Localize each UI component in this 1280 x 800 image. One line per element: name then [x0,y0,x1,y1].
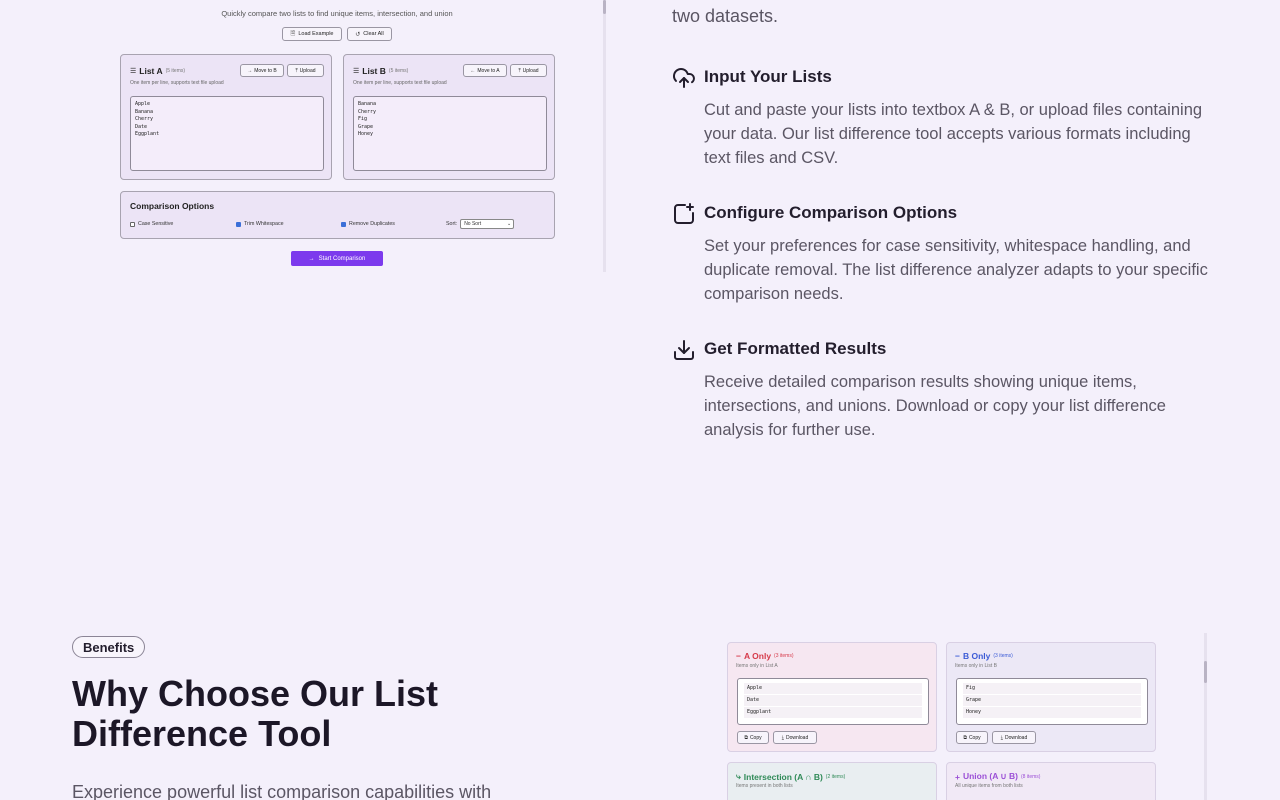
sparkle-square-icon [674,203,694,224]
b-only-list: Fig Grape Honey [956,678,1148,725]
upload-icon: ⤒ [518,67,521,74]
list-item: Fig [963,683,1141,694]
scroll-thumb[interactable] [1204,661,1207,683]
a-only-count: (3 items) [774,653,794,659]
list-b-card: ☰ List B (5 items) One item per line, su… [343,54,555,180]
a-only-hint: Items only in List A [736,663,778,669]
case-sensitive-option[interactable]: Case Sensitive [130,221,173,227]
list-a-hint: One item per line, supports text file up… [130,80,224,86]
union-count: (8 items) [1020,773,1041,780]
b-only-hint: Items only in List B [955,663,997,669]
benefits-badge: Benefits [72,636,146,658]
merge-icon: ⤷ [736,771,741,781]
download-icon: ⤓ [781,734,784,741]
step-configure-options: Configure Comparison Options Set your pr… [672,202,1212,312]
step-title: Get Formatted Results [704,339,887,358]
list-b-textarea[interactable]: Banana Cherry Fig Grape Honey [353,96,547,171]
intro-text: two datasets. [672,6,779,26]
list-b-title: List B [362,66,386,76]
b-only-count: (3 items) [993,653,1013,659]
remove-duplicates-option[interactable]: Remove Duplicates [341,221,395,227]
b-only-card: − B Only (3 items) Items only in List B … [946,642,1156,752]
list-item: Apple [744,683,922,694]
intersection-card: ⤷ Intersection (A ∩ B) (2 items) Items p… [727,762,937,800]
scroll-thumb[interactable] [603,0,606,14]
list-icon: ☰ [353,68,360,75]
intersection-title: Intersection (A ∩ B) [743,771,823,782]
step-get-results: Get Formatted Results Receive detailed c… [672,338,1212,448]
list-b-upload-button[interactable]: ⤒ Upload [510,64,547,77]
file-icon: 🗎 [290,31,296,37]
chevron-down-icon: ⌄ [506,221,512,227]
sort-select[interactable]: No Sort ⌄ [460,219,515,229]
trim-whitespace-checkbox[interactable] [236,221,241,227]
list-a-upload-button[interactable]: ⤒ Upload [287,64,324,77]
results-scrollbar[interactable] [1204,633,1207,800]
reset-icon: ↺ [355,31,361,38]
move-to-a-button[interactable]: ← Move to A [463,64,507,77]
b-only-download-button[interactable]: ⤓ Download [992,731,1036,744]
list-a-count: (5 items) [165,68,186,74]
sort-option: Sort: No Sort ⌄ [446,219,515,229]
load-example-button[interactable]: 🗎 Load Example [282,27,342,41]
a-only-download-button[interactable]: ⤓ Download [773,731,817,744]
a-only-card: − A Only (3 items) Items only in List A … [727,642,937,752]
tool-subtitle: Quickly compare two lists to find unique… [221,9,453,18]
step-title: Input Your Lists [704,67,832,86]
union-card: + Union (A ∪ B) (8 items) All unique ite… [946,762,1156,800]
comparison-options-card: Comparison Options Case Sensitive Trim W… [120,191,555,239]
list-b-hint: One item per line, supports text file up… [353,80,447,86]
plus-icon: + [955,771,960,782]
download-tray-icon [674,340,694,360]
clear-all-button[interactable]: ↺ Clear All [347,27,392,41]
list-item: Eggplant [744,707,922,718]
minus-icon: − [736,651,741,661]
a-only-title: A Only [743,651,772,661]
list-b-count: (5 items) [388,68,409,74]
intersection-hint: Items present in both lists [736,783,793,789]
download-icon: ⤓ [1000,734,1003,741]
intersection-count: (2 items) [825,773,846,780]
benefits-title: Why Choose Our List Difference Tool [72,673,439,754]
list-a-card: ☰ List A (5 items) One item per line, su… [120,54,332,180]
list-item: Date [744,695,922,706]
copy-icon: ⧉ [744,734,748,741]
list-item: Honey [963,707,1141,718]
arrow-right-icon: → [308,255,315,262]
step-input-lists: Input Your Lists Cut and paste your list… [672,66,1212,176]
trim-whitespace-option[interactable]: Trim Whitespace [236,221,284,227]
list-a-textarea[interactable]: Apple Banana Cherry Date Eggplant [130,96,324,171]
b-only-title: B Only [962,651,991,661]
start-comparison-button[interactable]: → Start Comparison [291,251,383,266]
arrow-right-icon: → [247,67,253,74]
step-desc: Receive detailed comparison results show… [704,373,1166,439]
case-sensitive-checkbox[interactable] [130,221,135,227]
union-title: Union (A ∪ B) [962,771,1018,781]
list-icon: ☰ [130,68,137,75]
arrow-left-icon: ← [470,67,476,74]
move-to-b-button[interactable]: → Move to B [240,64,284,77]
a-only-copy-button[interactable]: ⧉ Copy [737,731,769,744]
step-desc: Cut and paste your lists into textbox A … [704,101,1203,167]
a-only-list: Apple Date Eggplant [737,678,929,725]
copy-icon: ⧉ [963,734,967,741]
benefits-desc: Experience powerful list comparison capa… [72,782,492,800]
minus-icon: − [955,651,960,661]
list-a-title: List A [139,66,163,76]
preview-scrollbar[interactable] [603,0,606,272]
options-title: Comparison Options [130,201,215,211]
step-title: Configure Comparison Options [704,203,958,222]
list-item: Grape [963,695,1141,706]
b-only-copy-button[interactable]: ⧉ Copy [956,731,988,744]
remove-duplicates-checkbox[interactable] [341,221,346,227]
step-desc: Set your preferences for case sensitivit… [704,237,1208,303]
cloud-upload-icon [673,68,695,88]
union-hint: All unique items from both lists [955,783,1023,789]
upload-icon: ⤒ [295,67,298,74]
title-fragment [317,0,357,2]
